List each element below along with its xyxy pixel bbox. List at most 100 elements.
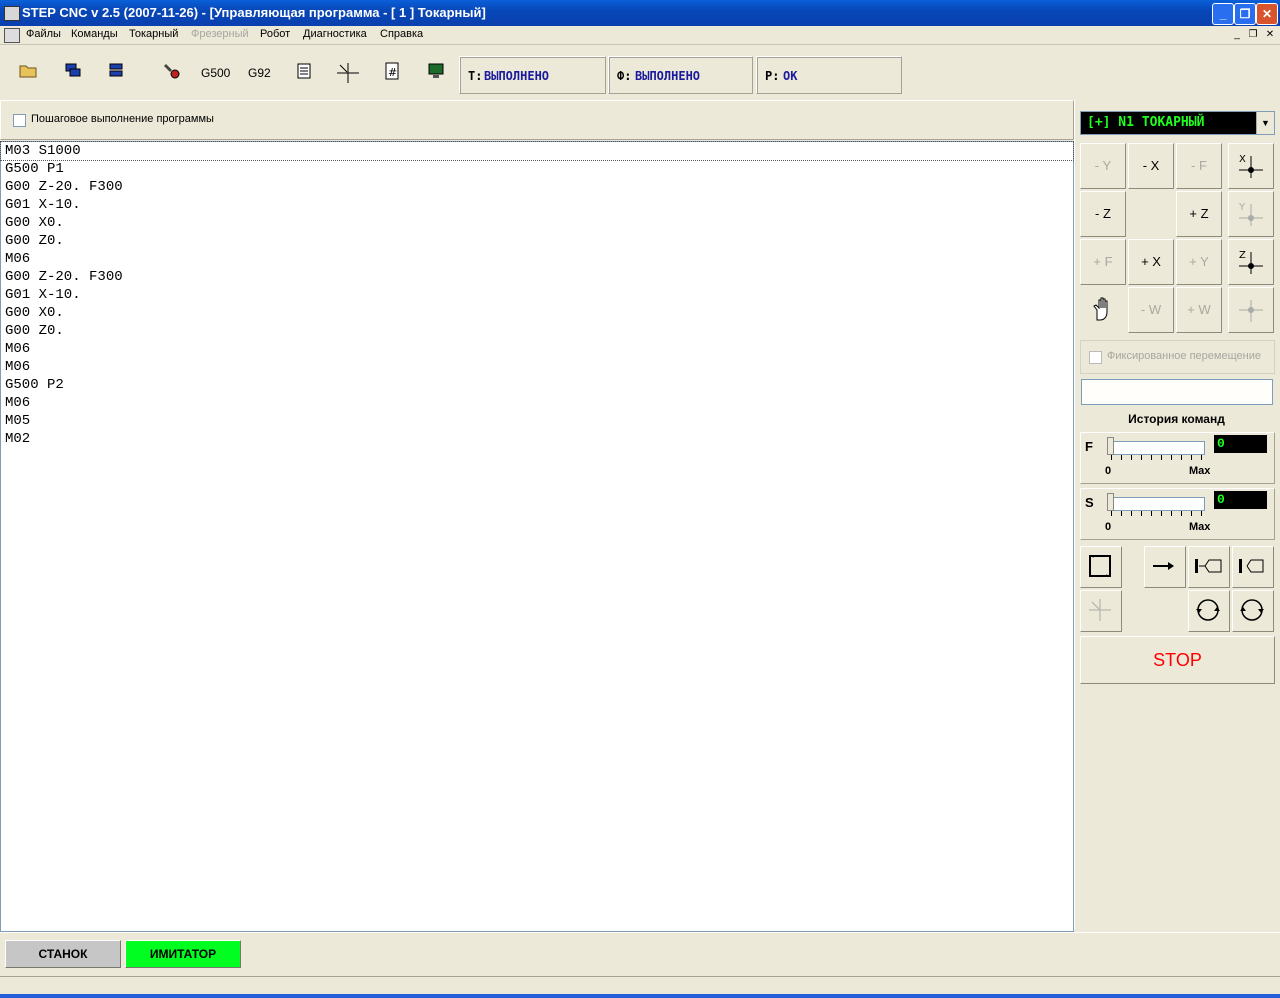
program-line[interactable]: M06: [1, 340, 1073, 358]
program-line[interactable]: M03 S1000: [0, 141, 1074, 161]
program-line[interactable]: G00 X0.: [1, 214, 1073, 232]
x-zero-button[interactable]: X: [1228, 143, 1274, 189]
frame-arrows-icon[interactable]: [1080, 546, 1122, 588]
menu-commands[interactable]: Команды: [71, 28, 118, 40]
jog-minus-x-button[interactable]: - X: [1128, 143, 1174, 189]
program-line[interactable]: G00 Z0.: [1, 322, 1073, 340]
y-zero-icon: Y: [1238, 202, 1263, 226]
mdi-icon[interactable]: [4, 28, 20, 43]
tailstock-back-icon[interactable]: [1232, 546, 1274, 588]
program-line[interactable]: G500 P2: [1, 376, 1073, 394]
app-icon: [4, 6, 20, 21]
mode-select-value: [+] N1 ТОКАРНЫЙ: [1087, 115, 1205, 130]
spindle-slider-thumb[interactable]: [1107, 493, 1114, 511]
jog-minus-f-button[interactable]: - F: [1176, 143, 1222, 189]
g92-button[interactable]: G92: [248, 66, 271, 80]
menu-robot[interactable]: Робот: [260, 28, 290, 40]
window-title: STEP CNC v 2.5 (2007-11-26) - [Управляющ…: [22, 5, 486, 20]
open-folder-icon[interactable]: [16, 62, 40, 82]
close-button[interactable]: ✕: [1256, 3, 1278, 25]
y-zero-label: Y: [1238, 202, 1246, 213]
spindle-slider-track[interactable]: [1109, 497, 1205, 511]
jog-plus-x-button[interactable]: + X: [1128, 239, 1174, 285]
machine-mode-button[interactable]: СТАНОК: [5, 940, 121, 968]
program-editor[interactable]: M03 S1000 G500 P1 G00 Z-20. F300 G01 X-10. G…: [0, 141, 1074, 932]
program-line[interactable]: G01 X-10.: [1, 286, 1073, 304]
program-line[interactable]: G00 Z-20. F300: [1, 268, 1073, 286]
coordinate-origin-icon[interactable]: [336, 62, 360, 83]
tool-settings-icon[interactable]: [160, 62, 184, 82]
jog-plus-z-button[interactable]: + Z: [1176, 191, 1222, 237]
status-p-label: P:: [765, 69, 780, 83]
program-line[interactable]: M06: [1, 358, 1073, 376]
spindle-ccw-icon[interactable]: [1232, 590, 1274, 632]
feed-slider-track[interactable]: [1109, 441, 1205, 455]
program-line[interactable]: G00 Z0.: [1, 232, 1073, 250]
program-line[interactable]: M02: [1, 430, 1073, 448]
menu-files[interactable]: Файлы: [26, 28, 61, 40]
jog-plus-w-button[interactable]: + W: [1176, 287, 1222, 333]
spindle-cw-icon[interactable]: [1188, 590, 1230, 632]
mdi-minimize-button[interactable]: _: [1230, 28, 1244, 41]
program-line[interactable]: G00 X0.: [1, 304, 1073, 322]
program-line[interactable]: G00 Z-20. F300: [1, 178, 1073, 196]
document-table-icon[interactable]: [292, 62, 316, 82]
minimize-button[interactable]: _: [1212, 3, 1234, 25]
jog-minus-w-button[interactable]: - W: [1128, 287, 1174, 333]
stop-button[interactable]: STOP: [1080, 636, 1275, 684]
windows-tile-icon[interactable]: [104, 62, 128, 82]
home-position-icon[interactable]: [1080, 590, 1122, 632]
spindle-slider-panel: S 0 Max 0: [1080, 488, 1275, 540]
z-zero-label: Z: [1239, 250, 1246, 261]
jog-plus-y-button[interactable]: + Y: [1176, 239, 1222, 285]
simulator-mode-button[interactable]: ИМИТАТОР: [125, 940, 241, 968]
program-lines: M03 S1000 G500 P1 G00 Z-20. F300 G01 X-10. G…: [0, 141, 1074, 448]
spindle-max-label: Max: [1189, 521, 1211, 533]
feed-letter: F: [1085, 439, 1093, 454]
jog-plus-f-button[interactable]: + F: [1080, 239, 1126, 285]
program-line[interactable]: M05: [1, 412, 1073, 430]
menu-milling: Фрезерный: [191, 28, 249, 40]
spindle-min-label: 0: [1105, 521, 1112, 533]
status-line: [0, 976, 1280, 995]
menu-bar: Файлы Команды Токарный Фрезерный Робот Д…: [0, 26, 1280, 45]
feed-max-label: Max: [1189, 465, 1211, 477]
feed-slider-thumb[interactable]: [1107, 437, 1114, 455]
step-mode-checkbox[interactable]: [13, 114, 26, 127]
command-history-input[interactable]: [1081, 379, 1273, 405]
jog-minus-y-button[interactable]: - Y: [1080, 143, 1126, 189]
maximize-button[interactable]: ❐: [1234, 3, 1256, 25]
program-line[interactable]: G500 P1: [1, 160, 1073, 178]
fixed-move-checkbox[interactable]: [1089, 351, 1102, 364]
chevron-down-icon[interactable]: ▼: [1256, 112, 1274, 134]
z-zero-icon: Z: [1239, 250, 1263, 274]
program-line[interactable]: M06: [1, 394, 1073, 412]
menu-diagnostics[interactable]: Диагностика: [303, 28, 367, 40]
arrow-right-icon[interactable]: [1144, 546, 1186, 588]
x-zero-icon: X: [1239, 154, 1263, 178]
hash-document-icon[interactable]: #: [380, 62, 404, 82]
program-line[interactable]: M06: [1, 250, 1073, 268]
program-line[interactable]: G01 X-10.: [1, 196, 1073, 214]
mdi-close-button[interactable]: ✕: [1263, 28, 1277, 41]
mdi-restore-button[interactable]: ❐: [1246, 28, 1260, 41]
x-zero-label: X: [1239, 154, 1246, 165]
g500-button[interactable]: G500: [201, 66, 230, 80]
menu-help[interactable]: Справка: [380, 28, 423, 40]
status-p: P: OK: [756, 56, 902, 94]
tailstock-forward-icon[interactable]: [1188, 546, 1230, 588]
title-bar: STEP CNC v 2.5 (2007-11-26) - [Управляющ…: [0, 0, 1280, 26]
spindle-letter: S: [1085, 495, 1094, 510]
spindle-value: 0: [1214, 491, 1267, 509]
mode-select[interactable]: [+] N1 ТОКАРНЫЙ ▼: [1080, 111, 1275, 135]
z-zero-button[interactable]: Z: [1228, 239, 1274, 285]
y-zero-button[interactable]: Y: [1228, 191, 1274, 237]
hand-icon[interactable]: [1080, 287, 1126, 333]
monitor-icon[interactable]: [424, 62, 448, 82]
status-t: T: ВЫПОЛНЕНО: [459, 56, 606, 94]
w-zero-button[interactable]: [1228, 287, 1274, 333]
menu-turning[interactable]: Токарный: [129, 28, 178, 40]
jog-minus-z-button[interactable]: - Z: [1080, 191, 1126, 237]
fixed-move-row: Фиксированное перемещение: [1080, 340, 1275, 374]
windows-cascade-icon[interactable]: [61, 62, 85, 82]
